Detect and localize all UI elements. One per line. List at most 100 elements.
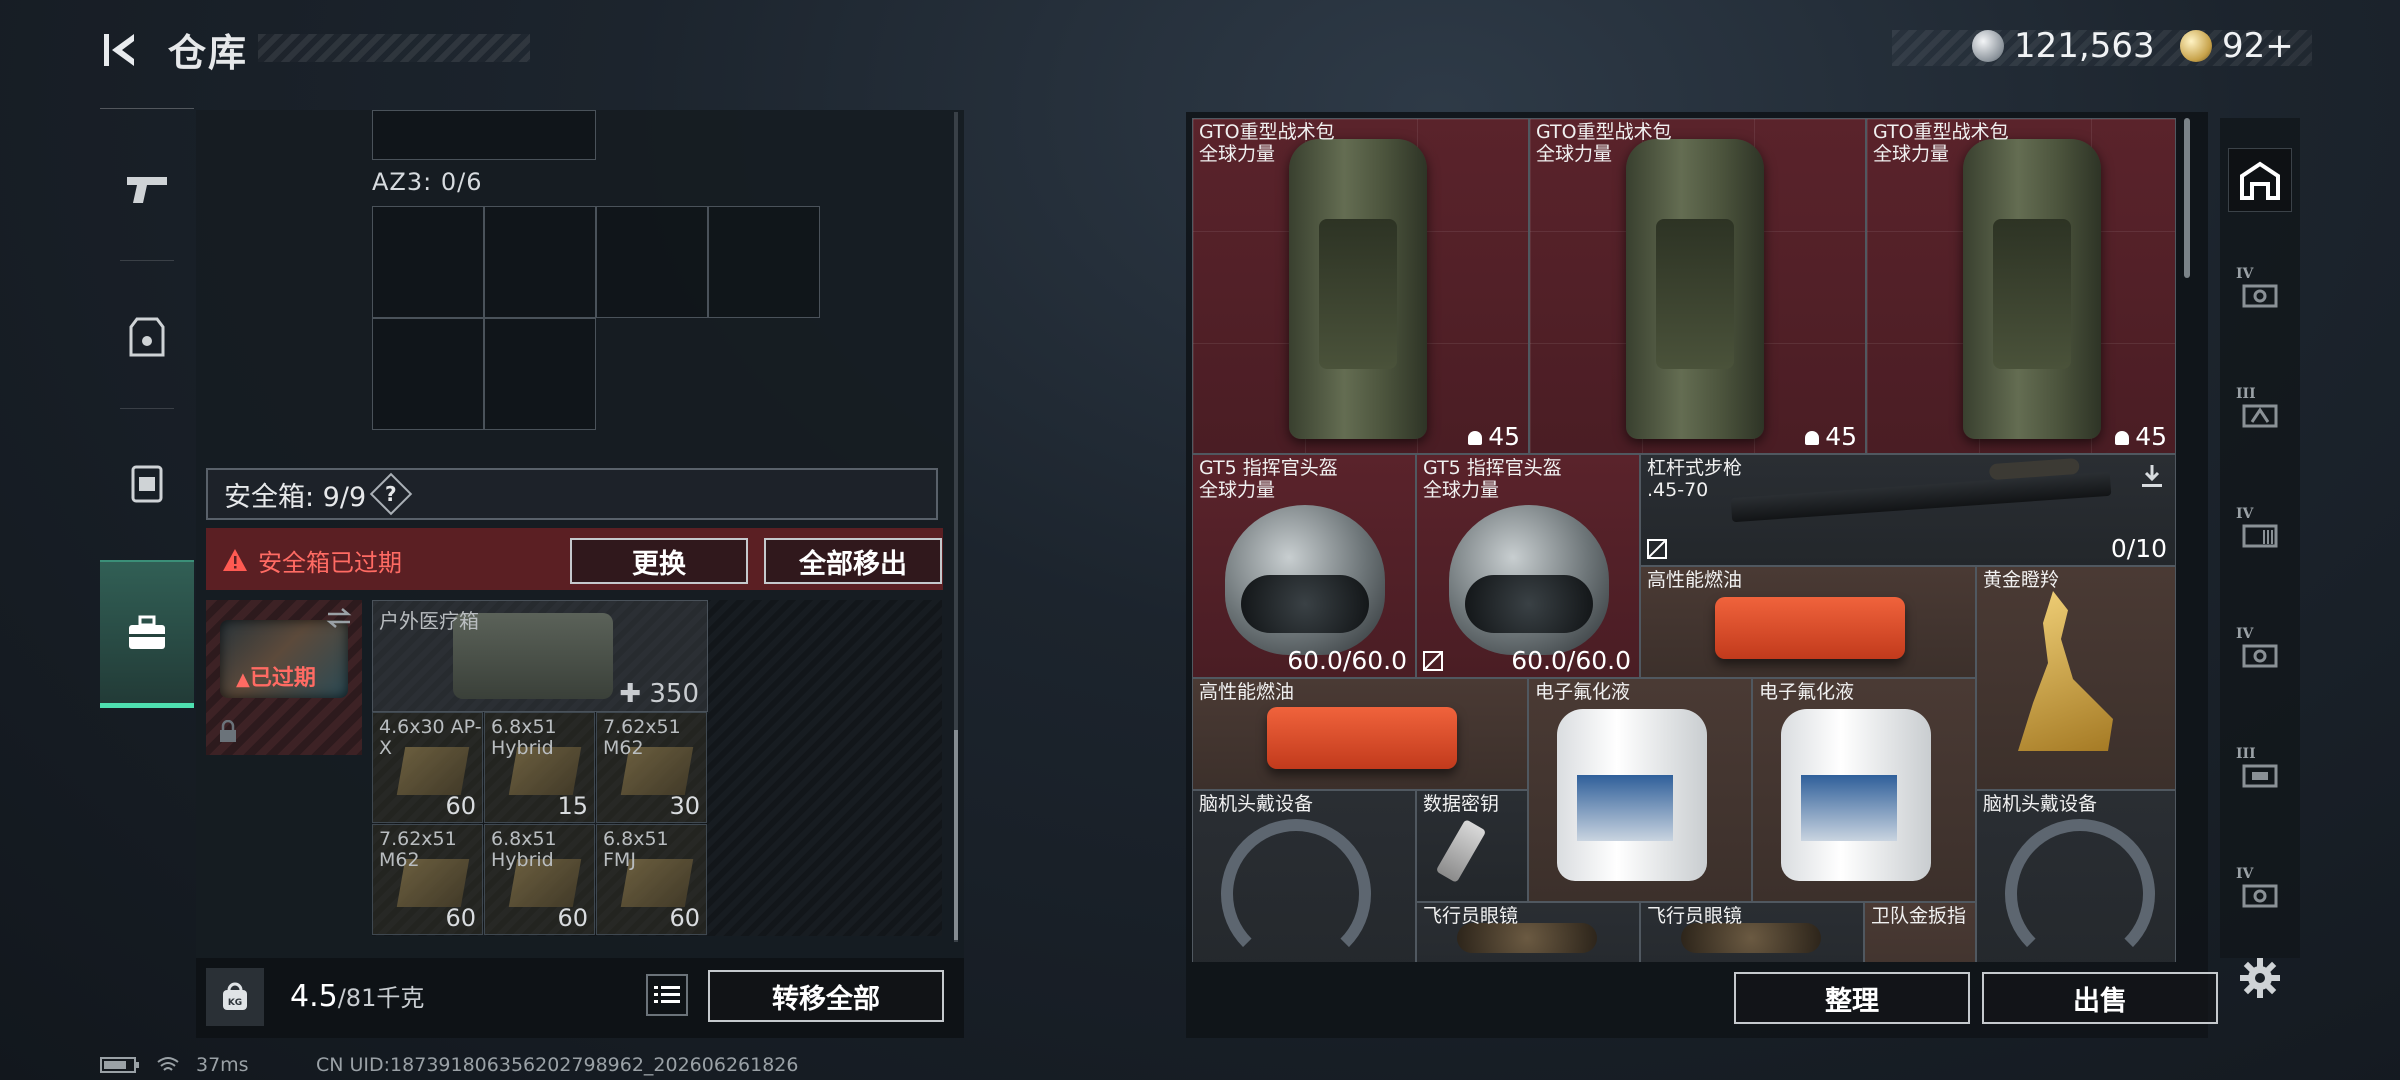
warehouse-item[interactable]: 脑机头戴设备 <box>1976 790 2176 962</box>
ping-readout: 37ms <box>196 1054 249 1076</box>
tab-storage-4[interactable]: IV <box>2228 622 2292 686</box>
warehouse-item[interactable]: 数据密钥 <box>1416 790 1528 902</box>
warehouse-item[interactable]: 飞行员眼镜 <box>1416 902 1640 962</box>
safebox-grid: 户外医疗箱 ✚ 350 4.6x30 AP-X 60 6.8x51 Hybrid… <box>372 600 942 936</box>
item-name: GTO重型战术包 全球力量 <box>1536 121 1672 165</box>
warehouse-item[interactable]: 脑机头戴设备 <box>1192 790 1416 962</box>
silver-coin-icon <box>1972 30 2004 62</box>
item-name: GTO重型战术包 全球力量 <box>1199 121 1335 165</box>
warehouse-item[interactable]: GTO重型战术包 全球力量 45 <box>1866 118 2176 454</box>
help-icon[interactable]: ? <box>369 472 413 516</box>
weight-bar: KG 4.5/81千克 转移全部 <box>196 958 964 1038</box>
grid-slot[interactable] <box>372 318 484 430</box>
item-durability: 45 <box>1468 422 1520 451</box>
warehouse-scrollbar[interactable] <box>2184 118 2190 278</box>
item-name: GT5 指挥官头盔 全球力量 <box>1199 457 1338 501</box>
download-icon[interactable] <box>2139 463 2165 489</box>
warehouse-item[interactable]: GTO重型战术包 全球力量 45 <box>1529 118 1866 454</box>
warehouse-item[interactable]: 电子氟化液 <box>1752 678 1976 902</box>
ammo-item[interactable]: 6.8x51 Hybrid 60 <box>484 824 595 935</box>
ammo-item[interactable]: 6.8x51 Hybrid 15 <box>484 712 595 823</box>
warehouse-item[interactable]: 卫队金扳指 <box>1864 902 1976 962</box>
list-icon <box>654 986 680 1003</box>
back-arrow-icon[interactable] <box>100 28 144 72</box>
item-quantity: 60 <box>445 792 476 820</box>
grid-slot[interactable] <box>484 206 596 318</box>
warehouse-item[interactable]: 高性能燃油 <box>1192 678 1528 790</box>
safebox-slot[interactable]: ▲已过期 <box>206 600 362 755</box>
item-name: 7.62x51 M62 <box>379 828 457 871</box>
item-name: 脑机头戴设备 <box>1983 793 2098 815</box>
warehouse-item[interactable]: 黄金瞪羚 <box>1976 566 2176 790</box>
ammo-item[interactable]: 7.62x51 M62 60 <box>372 824 483 935</box>
warehouse-item[interactable]: GT5 指挥官头盔 全球力量 60.0/60.0 <box>1192 454 1416 678</box>
item-name: 户外医疗箱 <box>379 609 479 633</box>
list-view-button[interactable] <box>646 974 688 1016</box>
container-grid[interactable] <box>372 110 596 160</box>
headset-image <box>1221 819 1371 962</box>
sort-button[interactable]: 整理 <box>1734 972 1970 1024</box>
backpack-image <box>1289 139 1427 439</box>
gold-coin-icon <box>2180 30 2212 62</box>
settings-gear-icon[interactable] <box>2238 956 2282 1000</box>
grid-slot[interactable] <box>596 206 708 318</box>
grid-slot[interactable] <box>484 318 596 430</box>
replace-button[interactable]: 更换 <box>570 538 748 584</box>
ammo-item[interactable]: 4.6x30 AP-X 60 <box>372 712 483 823</box>
rail-item-safebox[interactable] <box>100 560 194 708</box>
item-quantity: 60 <box>557 904 588 932</box>
safebox-expired-banner: 安全箱已过期 更换 全部移出 <box>206 528 943 590</box>
item-name: 6.8x51 Hybrid <box>491 828 557 871</box>
tab-storage-1[interactable]: IV <box>2228 262 2292 326</box>
currency-gold[interactable]: 92+ <box>2180 26 2294 66</box>
grid-slot[interactable] <box>372 206 484 318</box>
item-name: 7.62x51 M62 <box>603 716 681 759</box>
safebox-header: 安全箱: 9/9 ? <box>206 468 938 520</box>
rail-item-backpack[interactable] <box>100 418 194 548</box>
item-name: 飞行员眼镜 <box>1647 905 1743 927</box>
golden-gazelle-image <box>2018 591 2113 751</box>
toolbox-icon <box>129 615 165 649</box>
item-durability: 60.0/60.0 <box>1287 646 1407 675</box>
warehouse-item[interactable]: 飞行员眼镜 <box>1640 902 1864 962</box>
kettlebell-icon: KG <box>223 982 247 1010</box>
rail-item-armor[interactable] <box>100 272 194 402</box>
item-durability: 45 <box>1805 422 1857 451</box>
item-quantity: 15 <box>557 792 588 820</box>
medkit-item[interactable]: 户外医疗箱 ✚ 350 <box>372 600 708 712</box>
uid-readout: CN UID:18739180635620279896­2_2026062618… <box>316 1054 799 1076</box>
move-all-out-button[interactable]: 全部移出 <box>764 538 942 584</box>
item-quantity: 30 <box>669 792 700 820</box>
category-rail <box>100 108 194 708</box>
item-durability: 45 <box>2115 422 2167 451</box>
ammo-item[interactable]: 6.8x51 FMJ 60 <box>596 824 707 935</box>
scrollbar-thumb[interactable] <box>954 730 958 940</box>
rail-item-weapons[interactable] <box>100 124 194 254</box>
tab-storage-2[interactable]: III <box>2228 382 2292 446</box>
fuel-image <box>1267 707 1457 769</box>
swap-icon[interactable] <box>324 606 354 630</box>
tab-storage-6[interactable]: IV <box>2228 862 2292 926</box>
sell-button[interactable]: 出售 <box>1982 972 2218 1024</box>
item-name: 飞行员眼镜 <box>1423 905 1519 927</box>
rail-divider <box>120 408 174 409</box>
page-title: 仓库 <box>168 31 249 75</box>
transfer-all-button[interactable]: 转移全部 <box>708 970 944 1022</box>
warehouse-item[interactable]: GT5 指挥官头盔 全球力量 60.0/60.0 <box>1416 454 1640 678</box>
currency-silver[interactable]: 121,563 <box>1972 26 2155 66</box>
warehouse-item[interactable]: 电子氟化液 <box>1528 678 1752 902</box>
item-quantity: 60 <box>669 904 700 932</box>
tab-all-storage[interactable] <box>2228 148 2292 212</box>
az3-label: AZ3: 0/6 <box>372 168 483 196</box>
warehouse-item[interactable]: GTO重型战术包 全球力量 45 <box>1192 118 1529 454</box>
tab-storage-5[interactable]: III <box>2228 742 2292 806</box>
data-key-image <box>1435 819 1487 883</box>
item-name: 6.8x51 Hybrid <box>491 716 557 759</box>
warehouse-item[interactable]: 高性能燃油 <box>1640 566 1976 678</box>
ammo-item[interactable]: 7.62x51 M62 30 <box>596 712 707 823</box>
item-ammo-count: 0/10 <box>2110 534 2167 563</box>
tab-storage-3[interactable]: IV <box>2228 502 2292 566</box>
item-name: 高性能燃油 <box>1647 569 1743 591</box>
grid-slot[interactable] <box>708 206 820 318</box>
warehouse-item[interactable]: 杠杆式步枪 .45-70 0/10 <box>1640 454 2176 566</box>
